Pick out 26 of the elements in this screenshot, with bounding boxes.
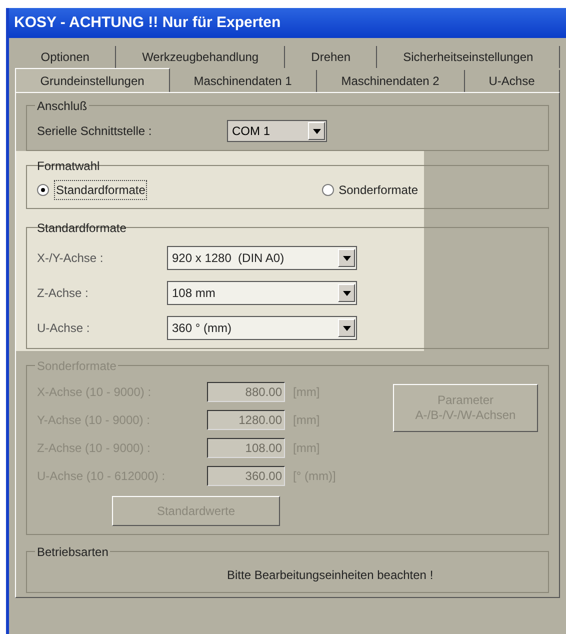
group-title: Standardformate xyxy=(36,220,128,237)
format-dropdown[interactable]: 360 ° (mm) xyxy=(167,316,357,340)
dropdown-button[interactable] xyxy=(338,249,355,267)
field-label: X-/Y-Achse : xyxy=(37,250,104,267)
dropdown-button[interactable] xyxy=(338,319,355,337)
radio-button[interactable] xyxy=(37,184,49,196)
group-title: Formatwahl xyxy=(36,158,101,175)
dropdown-button[interactable] xyxy=(308,122,325,140)
caret-icon xyxy=(342,256,350,260)
tab[interactable]: Drehen xyxy=(285,46,378,68)
field-label: Z-Achse : xyxy=(37,285,90,302)
tab[interactable]: Sicherheitseinstellungen xyxy=(377,46,560,68)
port-dropdown[interactable]: COM 1 xyxy=(227,120,327,142)
radio-button[interactable] xyxy=(322,184,334,196)
caret-icon xyxy=(342,290,350,296)
caret-icon xyxy=(342,326,350,330)
radio-option[interactable]: Sonderformate xyxy=(322,180,418,200)
field-label: Serielle Schnittstelle : xyxy=(37,123,153,140)
window-title: KOSY - ACHTUNG !! Nur für Experten xyxy=(14,12,281,33)
caret-icon xyxy=(312,128,320,134)
format-dropdown[interactable]: 108 mm xyxy=(167,281,357,305)
field-label: U-Achse : xyxy=(37,320,91,337)
format-dropdown[interactable]: 920 x 1280 (DIN A0) xyxy=(167,246,357,270)
tab[interactable]: Grundeinstellungen xyxy=(15,68,170,92)
note-text: Bitte Bearbeitungseinheiten beachten ! xyxy=(227,567,434,584)
dropdown-button[interactable] xyxy=(338,284,355,302)
